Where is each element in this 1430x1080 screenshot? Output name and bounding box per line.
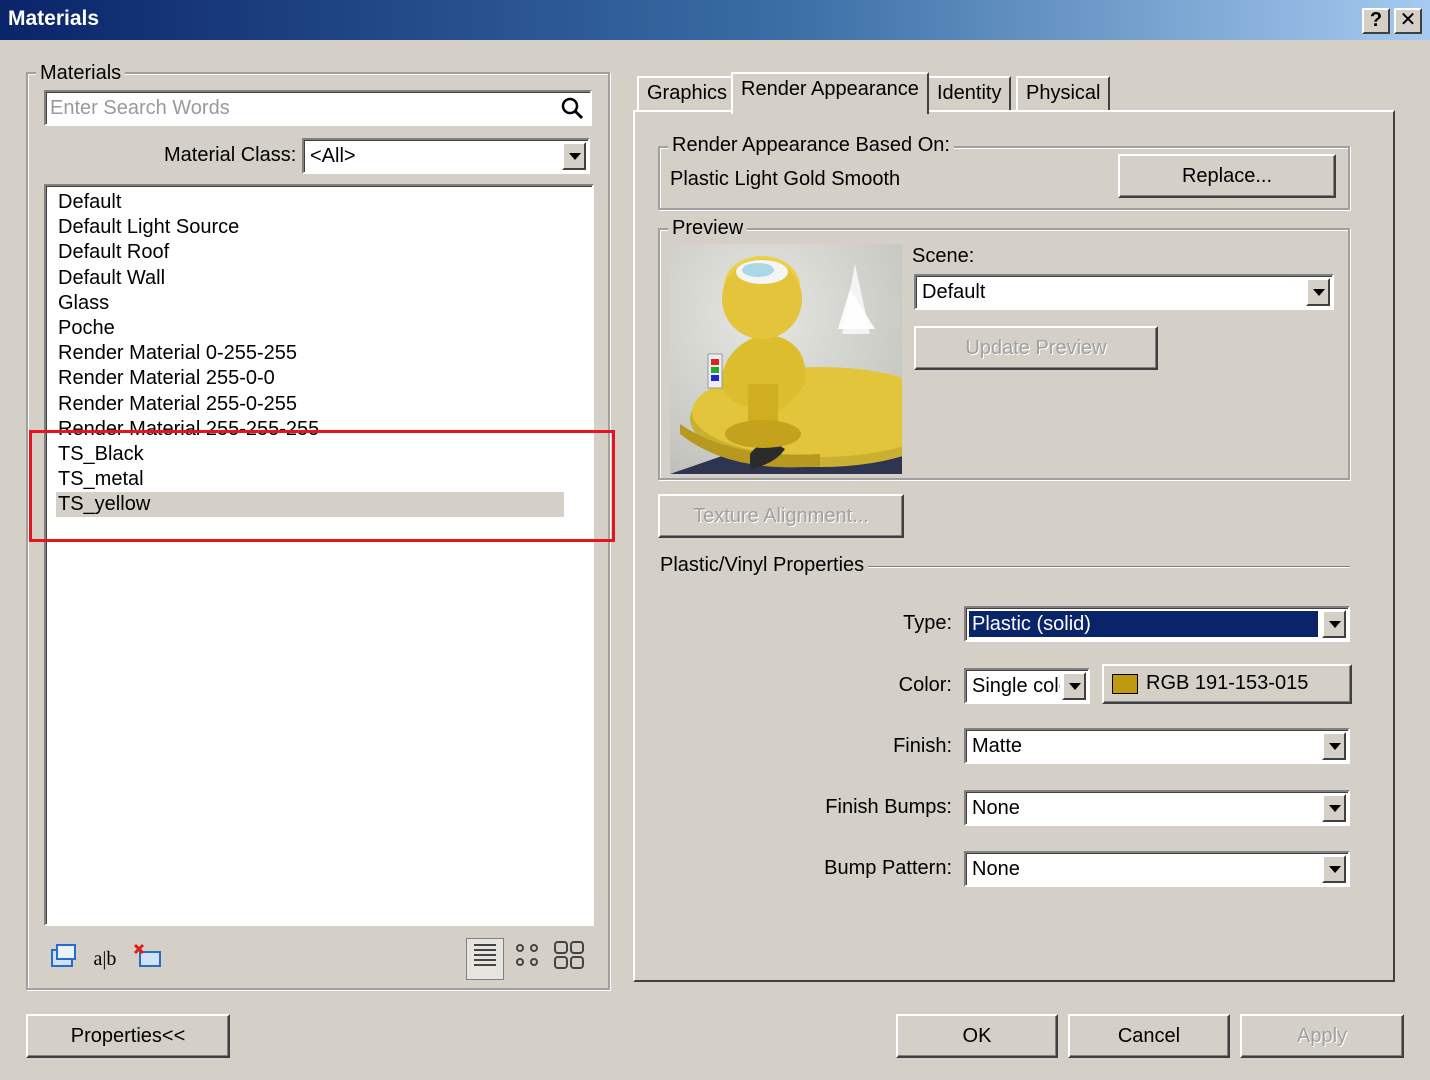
color-rgb-label: RGB 191-153-015 [1146,672,1309,694]
material-list-item[interactable]: Default Light Source [56,215,564,240]
duplicate-material-icon[interactable] [46,942,80,976]
bump-pattern-label: Bump Pattern: [824,857,952,879]
bump-pattern-value: None [972,858,1020,880]
material-list-item[interactable]: Render Material 255-0-0 [56,366,564,391]
finish-bumps-label: Finish Bumps: [825,796,952,818]
color-mode-dropdown[interactable]: Single colo [964,668,1090,704]
material-list-item[interactable]: Render Material 0-255-255 [56,341,564,366]
type-dropdown[interactable]: Plastic (solid) [964,606,1350,642]
search-input[interactable]: Enter Search Words [44,90,592,126]
material-class-value: <All> [310,145,356,167]
properties-separator [868,566,1350,568]
delete-material-icon[interactable] [132,942,166,976]
cancel-button[interactable]: Cancel [1068,1014,1230,1058]
finish-bumps-value: None [972,797,1020,819]
color-mode-value: Single colo [972,675,1060,697]
tab-render-appearance[interactable]: Render Appearance [731,72,929,114]
preview-legend: Preview [668,217,748,240]
material-list-item[interactable]: Render Material 255-0-255 [56,392,564,417]
chevron-down-icon[interactable] [1306,278,1330,306]
chevron-down-icon[interactable] [1322,794,1346,822]
scene-label: Scene: [912,245,975,267]
material-list-item[interactable]: Default [56,190,564,215]
update-preview-button[interactable]: Update Preview [914,326,1158,370]
based-on-value: Plastic Light Gold Smooth [670,168,901,190]
material-list-item[interactable]: Poche [56,316,564,341]
chevron-down-icon[interactable] [1322,855,1346,883]
title-bar: Materials ? ✕ [0,0,1430,40]
material-class-label: Material Class: [164,144,297,166]
tab-physical[interactable]: Physical [1016,76,1111,112]
chevron-down-icon[interactable] [562,142,586,170]
chevron-down-icon[interactable] [1322,610,1346,638]
rename-material-icon[interactable]: a|b [88,942,122,976]
close-button[interactable]: ✕ [1394,8,1422,34]
chevron-down-icon[interactable] [1062,672,1086,700]
tab-identity[interactable]: Identity [927,76,1012,112]
material-list-item[interactable]: Glass [56,291,564,316]
color-swatch [1112,674,1138,694]
finish-dropdown[interactable]: Matte [964,728,1350,764]
large-thumbnails-icon[interactable] [552,940,586,974]
scene-dropdown[interactable]: Default [914,274,1334,310]
material-preview-image [670,244,902,474]
finish-label: Finish: [893,735,952,757]
search-icon[interactable] [560,96,584,120]
tab-graphics[interactable]: Graphics [637,76,738,112]
finish-value: Matte [972,735,1023,757]
help-button[interactable]: ? [1362,8,1390,34]
search-placeholder: Enter Search Words [50,97,230,119]
materials-legend: Materials [36,62,126,85]
annotation-highlight-box [29,430,615,542]
finish-bumps-dropdown[interactable]: None [964,790,1350,826]
properties-heading: Plastic/Vinyl Properties [660,554,865,576]
apply-button[interactable]: Apply [1240,1014,1404,1058]
small-thumbnails-icon[interactable] [510,942,544,976]
list-view-icon[interactable] [466,938,504,980]
scene-value: Default [922,281,986,303]
type-value: Plastic (solid) [969,611,1318,637]
color-label: Color: [898,674,952,696]
material-list-item[interactable]: Default Wall [56,266,564,291]
based-on-legend: Render Appearance Based On: [668,134,954,157]
chevron-down-icon[interactable] [1322,732,1346,760]
bump-pattern-dropdown[interactable]: None [964,851,1350,887]
materials-list[interactable]: Default Default Light Source Default Roof D… [44,184,594,926]
material-class-dropdown[interactable]: <All> [302,138,590,174]
texture-alignment-button[interactable]: Texture Alignment... [658,494,904,538]
window-title: Materials [8,7,100,30]
material-list-item[interactable]: Default Roof [56,240,564,265]
ok-button[interactable]: OK [896,1014,1058,1058]
color-picker-button[interactable]: RGB 191-153-015 [1102,664,1352,704]
replace-button[interactable]: Replace... [1118,154,1336,198]
type-label: Type: [903,612,952,634]
properties-toggle-button[interactable]: Properties<< [26,1014,230,1058]
